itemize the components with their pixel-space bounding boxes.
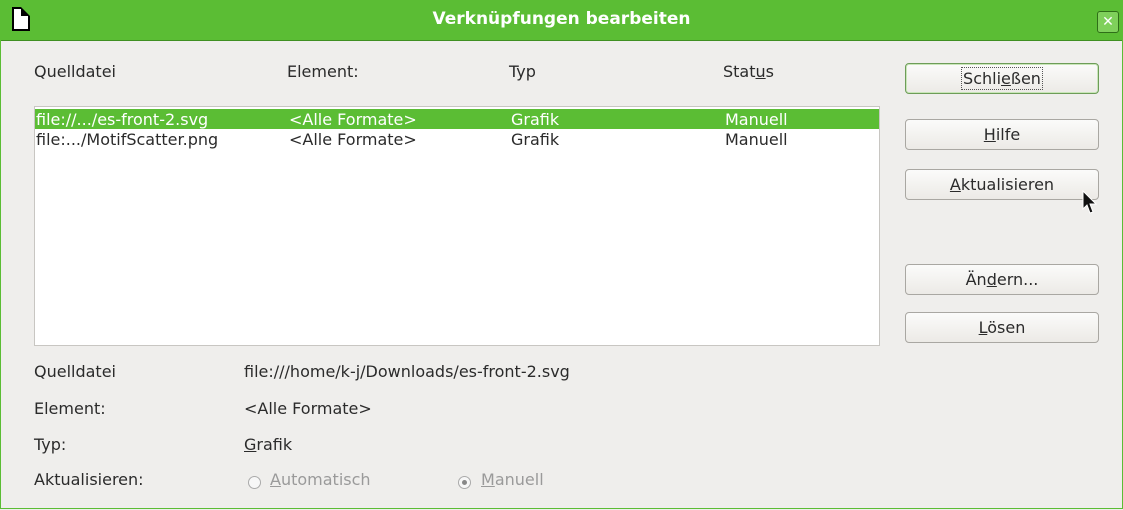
- close-icon[interactable]: ✕: [1097, 11, 1119, 33]
- manual-radio[interactable]: [458, 476, 471, 489]
- source-label: Quelldatei: [34, 362, 116, 381]
- automatic-radio-label: Automatisch: [270, 470, 371, 489]
- break-link-button-label: Lösen: [978, 318, 1026, 337]
- link-source: file://.../es-front-2.svg: [36, 110, 209, 129]
- manual-radio-label: Manuell: [481, 470, 544, 489]
- type-value: Grafik: [244, 435, 293, 454]
- help-button[interactable]: Hilfe: [905, 119, 1099, 150]
- links-list[interactable]: file://.../es-front-2.svg <Alle Formate>…: [34, 106, 880, 346]
- link-element: <Alle Formate>: [289, 130, 417, 149]
- list-item[interactable]: file:.../MotifScatter.png <Alle Formate>…: [35, 129, 879, 149]
- link-element: <Alle Formate>: [289, 110, 417, 129]
- update-button[interactable]: Aktualisieren: [905, 169, 1099, 200]
- link-status: Manuell: [725, 110, 788, 129]
- modify-button[interactable]: Ändern...: [905, 264, 1099, 295]
- update-button-label: Aktualisieren: [949, 175, 1055, 194]
- column-header-type[interactable]: Typ: [509, 62, 536, 81]
- link-type: Grafik: [511, 110, 560, 129]
- break-link-button[interactable]: Lösen: [905, 312, 1099, 343]
- title-bar: Verknüpfungen bearbeiten ✕: [0, 0, 1123, 41]
- element-value: <Alle Formate>: [244, 399, 372, 418]
- link-status: Manuell: [725, 130, 788, 149]
- source-value: file:///home/k-j/Downloads/es-front-2.sv…: [244, 362, 570, 381]
- close-button-label: Schließen: [961, 67, 1043, 90]
- help-button-label: Hilfe: [983, 125, 1021, 144]
- column-header-source[interactable]: Quelldatei: [34, 62, 116, 81]
- close-button[interactable]: Schließen: [905, 63, 1099, 94]
- column-header-element[interactable]: Element:: [287, 62, 359, 81]
- link-source: file:.../MotifScatter.png: [36, 130, 219, 149]
- mouse-pointer-icon: [1082, 190, 1098, 214]
- element-label: Element:: [34, 399, 106, 418]
- window-title: Verknüpfungen bearbeiten: [432, 9, 691, 29]
- column-header-status[interactable]: Status: [723, 62, 774, 81]
- update-mode-label: Aktualisieren:: [34, 470, 144, 489]
- automatic-radio[interactable]: [248, 476, 261, 489]
- modify-button-label: Ändern...: [965, 270, 1039, 289]
- link-type: Grafik: [511, 130, 560, 149]
- list-item[interactable]: file://.../es-front-2.svg <Alle Formate>…: [35, 109, 879, 129]
- type-label: Typ:: [34, 435, 67, 454]
